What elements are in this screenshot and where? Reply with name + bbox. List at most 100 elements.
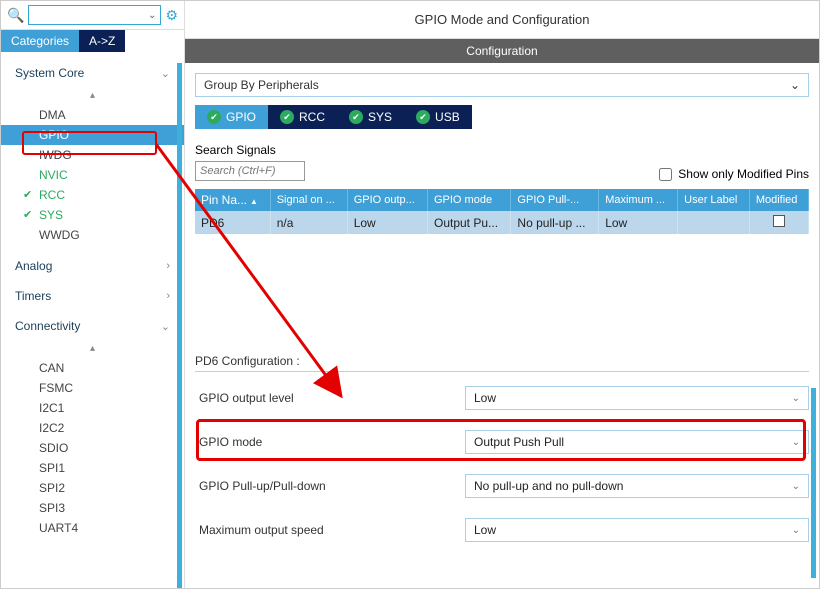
show-modified-label: Show only Modified Pins — [678, 167, 809, 181]
pin-table: Pin Na...▲ Signal on ... GPIO outp... GP… — [195, 189, 809, 234]
col-mode[interactable]: GPIO mode — [427, 189, 510, 211]
tab-gpio[interactable]: ✔ GPIO — [195, 105, 268, 129]
chevron-down-icon: ⌄ — [790, 78, 800, 92]
cell-label — [678, 211, 750, 234]
page-title: GPIO Mode and Configuration — [185, 1, 819, 39]
cfg-value: Output Push Pull — [474, 435, 564, 449]
sidebar-item-can[interactable]: CAN — [1, 358, 184, 378]
col-pull[interactable]: GPIO Pull-... — [511, 189, 599, 211]
tab-categories[interactable]: Categories — [1, 30, 79, 52]
cfg-value: No pull-up and no pull-down — [474, 479, 623, 493]
group-by-value: Group By Peripherals — [204, 78, 319, 92]
main-scrollbar[interactable] — [811, 388, 816, 578]
sidebar-item-wwdg[interactable]: WWDG — [1, 225, 184, 245]
check-icon: ✔ — [349, 110, 363, 124]
tab-az[interactable]: A->Z — [79, 30, 125, 52]
cell-outp: Low — [347, 211, 427, 234]
cfg-row-pull: GPIO Pull-up/Pull-down No pull-up and no… — [195, 470, 809, 502]
cfg-label: GPIO Pull-up/Pull-down — [195, 479, 465, 493]
sidebar-item-spi2[interactable]: SPI2 — [1, 478, 184, 498]
chevron-down-icon: ⌄ — [792, 437, 800, 448]
cell-signal: n/a — [270, 211, 347, 234]
sidebar-item-spi1[interactable]: SPI1 — [1, 458, 184, 478]
col-signal[interactable]: Signal on ... — [270, 189, 347, 211]
sidebar-search-input[interactable] — [33, 7, 145, 23]
cfg-value: Low — [474, 391, 496, 405]
tab-label: USB — [435, 110, 460, 124]
show-modified-checkbox[interactable]: Show only Modified Pins — [659, 167, 809, 181]
cfg-select-output-level[interactable]: Low ⌄ — [465, 386, 809, 410]
sidebar-item-gpio[interactable]: GPIO — [1, 125, 184, 145]
cfg-label: Maximum output speed — [195, 523, 465, 537]
tab-label: GPIO — [226, 110, 256, 124]
tab-rcc[interactable]: ✔ RCC — [268, 105, 337, 129]
configuration-band: Configuration — [185, 39, 819, 63]
collapse-up-icon[interactable]: ▴ — [1, 341, 184, 356]
pd6-config-title: PD6 Configuration : — [195, 354, 809, 372]
cfg-label: GPIO mode — [195, 435, 465, 449]
sidebar-tabbar: Categories A->Z — [1, 30, 184, 52]
peripheral-tabs: ✔ GPIO ✔ RCC ✔ SYS ✔USB — [195, 105, 809, 129]
cfg-value: Low — [474, 523, 496, 537]
sidebar-item-sdio[interactable]: SDIO — [1, 438, 184, 458]
chevron-down-icon: ⌄ — [792, 393, 800, 404]
col-label[interactable]: User Label — [678, 189, 750, 211]
sidebar-search[interactable]: ⌄ — [28, 5, 161, 25]
sort-icon: ▲ — [250, 197, 258, 206]
chevron-down-icon: ⌄ — [792, 481, 800, 492]
chevron-right-icon: › — [166, 260, 170, 272]
sidebar-item-i2c2[interactable]: I2C2 — [1, 418, 184, 438]
cfg-label: GPIO output level — [195, 391, 465, 405]
sidebar-item-nvic[interactable]: NVIC — [1, 165, 184, 185]
tab-label: SYS — [368, 110, 392, 124]
search-signals-input[interactable] — [195, 161, 305, 181]
sidebar: 🔍 ⌄ ⚙ Categories A->Z System Core ⌄ ▴ DM… — [1, 1, 185, 588]
check-icon: ✔ — [280, 110, 294, 124]
sidebar-item-uart4[interactable]: UART4 — [1, 518, 184, 538]
sidebar-item-i2c1[interactable]: I2C1 — [1, 398, 184, 418]
gear-icon[interactable]: ⚙ — [165, 7, 178, 24]
main-panel: GPIO Mode and Configuration Configuratio… — [185, 1, 819, 588]
show-modified-input[interactable] — [659, 168, 672, 181]
cfg-select-speed[interactable]: Low ⌄ — [465, 518, 809, 542]
col-pin[interactable]: Pin Na...▲ — [195, 189, 270, 211]
cfg-select-gpio-mode[interactable]: Output Push Pull ⌄ — [465, 430, 809, 454]
cfg-row-gpio-mode: GPIO mode Output Push Pull ⌄ — [195, 426, 809, 458]
chevron-down-icon: ⌄ — [161, 67, 170, 80]
cfg-select-pull[interactable]: No pull-up and no pull-down ⌄ — [465, 474, 809, 498]
tab-label: RCC — [299, 110, 325, 124]
col-outp[interactable]: GPIO outp... — [347, 189, 427, 211]
sidebar-item-dma[interactable]: DMA — [1, 105, 184, 125]
cfg-row-output-level: GPIO output level Low ⌄ — [195, 382, 809, 414]
sidebar-item-fsmc[interactable]: FSMC — [1, 378, 184, 398]
table-row[interactable]: PD6 n/a Low Output Pu... No pull-up ... … — [195, 211, 809, 234]
sidebar-item-rcc[interactable]: RCC — [1, 185, 184, 205]
chevron-down-icon: ⌄ — [161, 320, 170, 333]
cat-connectivity[interactable]: Connectivity ⌄ — [1, 311, 184, 341]
table-header-row: Pin Na...▲ Signal on ... GPIO outp... GP… — [195, 189, 809, 211]
cat-analog[interactable]: Analog › — [1, 251, 184, 281]
group-by-select[interactable]: Group By Peripherals ⌄ — [195, 73, 809, 97]
chevron-right-icon: › — [166, 290, 170, 302]
cfg-row-speed: Maximum output speed Low ⌄ — [195, 514, 809, 546]
cat-label: System Core — [15, 66, 84, 80]
sidebar-scrollbar[interactable] — [177, 63, 182, 588]
tab-sys[interactable]: ✔ SYS — [337, 105, 404, 129]
cell-mod — [749, 211, 808, 234]
col-mod[interactable]: Modified — [749, 189, 808, 211]
cat-label: Timers — [15, 289, 51, 303]
tab-usb[interactable]: ✔USB — [404, 105, 472, 129]
cat-system-core[interactable]: System Core ⌄ — [1, 58, 184, 88]
cat-label: Connectivity — [15, 319, 80, 333]
sidebar-item-spi3[interactable]: SPI3 — [1, 498, 184, 518]
collapse-up-icon[interactable]: ▴ — [1, 88, 184, 103]
chevron-down-icon[interactable]: ⌄ — [148, 10, 156, 21]
check-icon: ✔ — [207, 110, 221, 124]
chevron-down-icon: ⌄ — [792, 525, 800, 536]
col-max[interactable]: Maximum ... — [599, 189, 678, 211]
sidebar-item-iwdg[interactable]: IWDG — [1, 145, 184, 165]
cat-timers[interactable]: Timers › — [1, 281, 184, 311]
modified-checkbox[interactable] — [773, 215, 785, 227]
cell-pull: No pull-up ... — [511, 211, 599, 234]
sidebar-item-sys[interactable]: SYS — [1, 205, 184, 225]
